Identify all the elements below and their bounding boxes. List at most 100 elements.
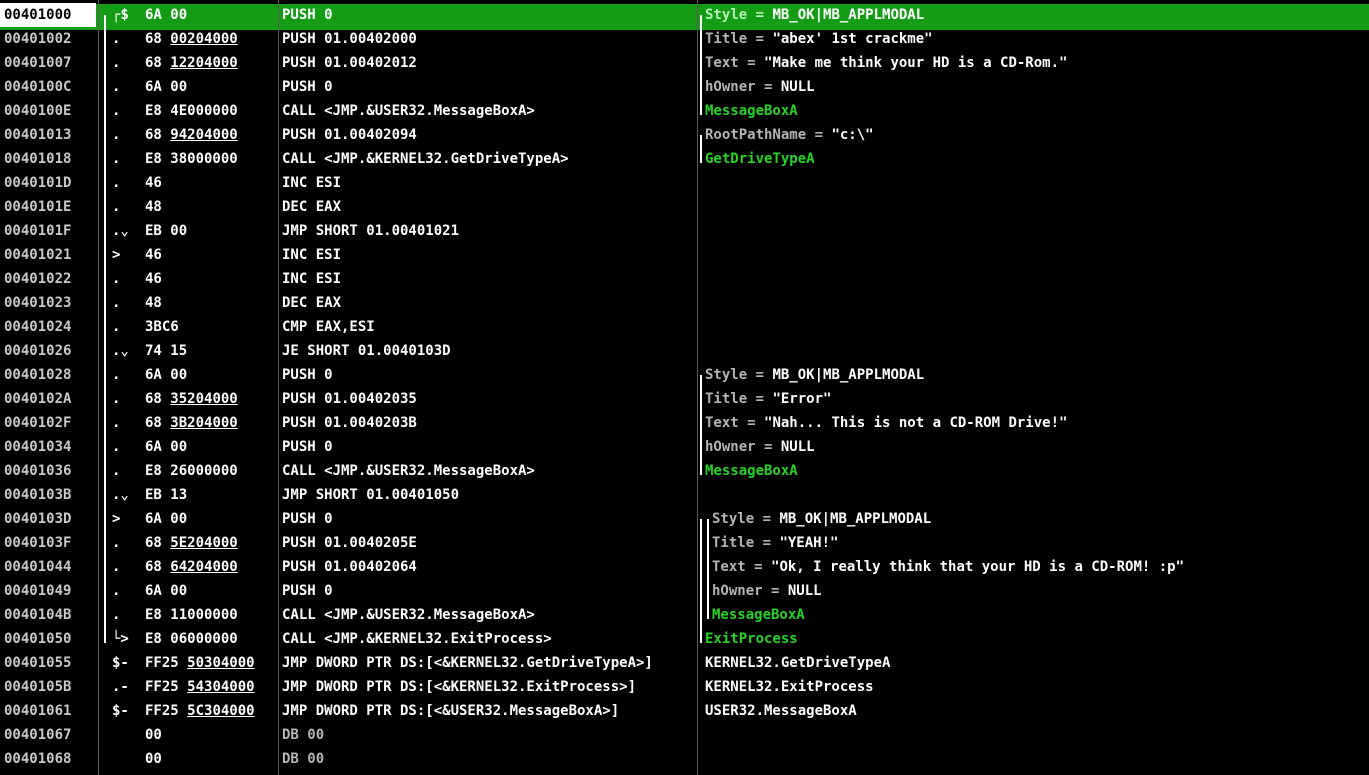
instruction-cell[interactable]: INC ESI	[282, 171, 695, 195]
instruction-cell[interactable]: PUSH 01.00402094	[282, 123, 695, 147]
address-cell[interactable]: 00401067	[4, 723, 96, 747]
instruction-cell[interactable]: PUSH 01.00402012	[282, 51, 695, 75]
comment-cell[interactable]: MessageBoxA	[705, 459, 798, 483]
disasm-row[interactable]: 00401044. 68 64204000 PUSH 01.00402064 Text…	[0, 555, 1369, 579]
comment-cell[interactable]: hOwner = NULL	[705, 75, 815, 99]
hex-dump-cell[interactable]: 68 12204000	[145, 51, 280, 75]
disasm-row[interactable]: 00401018. E8 38000000 CALL <JMP.&KERNEL32.…	[0, 147, 1369, 171]
hex-dump-cell[interactable]: 6A 00	[145, 3, 280, 27]
comment-cell[interactable]: MessageBoxA	[705, 99, 798, 123]
instruction-cell[interactable]: INC ESI	[282, 243, 695, 267]
hex-dump-cell[interactable]: 68 00204000	[145, 27, 280, 51]
instruction-cell[interactable]: JMP SHORT 01.00401021	[282, 219, 695, 243]
address-cell[interactable]: 0040103D	[4, 507, 96, 531]
hex-dump-cell[interactable]: E8 11000000	[145, 603, 280, 627]
instruction-cell[interactable]: PUSH 01.00402035	[282, 387, 695, 411]
disasm-row[interactable]: 0040101E. 48 DEC EAX	[0, 195, 1369, 219]
comment-cell[interactable]: hOwner = NULL	[705, 435, 815, 459]
address-cell[interactable]: 0040105B	[4, 675, 96, 699]
hex-dump-cell[interactable]: 6A 00	[145, 75, 280, 99]
comment-cell[interactable]: Text = "Make me think your HD is a CD-Ro…	[705, 51, 1067, 75]
address-cell[interactable]: 00401055	[4, 651, 96, 675]
disasm-row[interactable]: 00401067 00 DB 00	[0, 723, 1369, 747]
instruction-cell[interactable]: INC ESI	[282, 267, 695, 291]
address-cell[interactable]: 00401026	[4, 339, 96, 363]
hex-dump-cell[interactable]: 48	[145, 195, 280, 219]
address-cell[interactable]: 00401061	[4, 699, 96, 723]
address-cell[interactable]: 00401018	[4, 147, 96, 171]
instruction-cell[interactable]: CALL <JMP.&KERNEL32.ExitProcess>	[282, 627, 695, 651]
address-cell[interactable]: 00401024	[4, 315, 96, 339]
disasm-row[interactable]: 00401024. 3BC6 CMP EAX,ESI	[0, 315, 1369, 339]
hex-dump-cell[interactable]: 6A 00	[145, 579, 280, 603]
address-cell[interactable]: 00401022	[4, 267, 96, 291]
address-cell[interactable]: 00401050	[4, 627, 96, 651]
comment-cell[interactable]: hOwner = NULL	[712, 579, 822, 603]
disasm-row[interactable]: 0040103F. 68 5E204000 PUSH 01.0040205E Titl…	[0, 531, 1369, 555]
hex-dump-cell[interactable]: 6A 00	[145, 363, 280, 387]
disasm-row[interactable]: 0040104B. E8 11000000 CALL <JMP.&USER32.Me…	[0, 603, 1369, 627]
instruction-cell[interactable]: CALL <JMP.&USER32.MessageBoxA>	[282, 99, 695, 123]
instruction-cell[interactable]: PUSH 01.00402064	[282, 555, 695, 579]
disasm-row[interactable]: 0040102A. 68 35204000 PUSH 01.00402035 Titl…	[0, 387, 1369, 411]
address-cell[interactable]: 00401002	[4, 27, 96, 51]
disasm-row[interactable]: 00401000 ┌$ 6A 00 PUSH 0 Style = MB_OK|MB_AP…	[0, 3, 1369, 30]
comment-cell[interactable]: Title = "abex' 1st crackme"	[705, 27, 933, 51]
hex-dump-cell[interactable]: 68 3B204000	[145, 411, 280, 435]
instruction-cell[interactable]: PUSH 0	[282, 435, 695, 459]
hex-dump-cell[interactable]: 6A 00	[145, 507, 280, 531]
hex-dump-cell[interactable]: E8 06000000	[145, 627, 280, 651]
disasm-row[interactable]: 0040101D. 46 INC ESI	[0, 171, 1369, 195]
instruction-cell[interactable]: JMP DWORD PTR DS:[<&USER32.MessageBoxA>]	[282, 699, 695, 723]
comment-cell[interactable]: Text = "Ok, I really think that your HD …	[712, 555, 1184, 579]
instruction-cell[interactable]: DEC EAX	[282, 195, 695, 219]
address-cell[interactable]: 0040102A	[4, 387, 96, 411]
instruction-cell[interactable]: PUSH 0	[282, 3, 695, 27]
hex-dump-cell[interactable]: 46	[145, 171, 280, 195]
address-cell[interactable]: 00401036	[4, 459, 96, 483]
disasm-row[interactable]: 00401036. E8 26000000 CALL <JMP.&USER32.Me…	[0, 459, 1369, 483]
disassembly-view[interactable]: 00401000 ┌$ 6A 00 PUSH 0 Style = MB_OK|MB_AP…	[0, 0, 1369, 775]
address-cell[interactable]: 00401007	[4, 51, 96, 75]
comment-cell[interactable]: KERNEL32.GetDriveTypeA	[705, 651, 890, 675]
instruction-cell[interactable]: JE SHORT 01.0040103D	[282, 339, 695, 363]
address-cell[interactable]: 00401013	[4, 123, 96, 147]
instruction-cell[interactable]: CMP EAX,ESI	[282, 315, 695, 339]
hex-dump-cell[interactable]: 68 35204000	[145, 387, 280, 411]
hex-dump-cell[interactable]: 74 15	[145, 339, 280, 363]
hex-dump-cell[interactable]: E8 38000000	[145, 147, 280, 171]
hex-dump-cell[interactable]: 00	[145, 723, 280, 747]
hex-dump-cell[interactable]: 68 64204000	[145, 555, 280, 579]
instruction-cell[interactable]: DB 00	[282, 747, 695, 771]
comment-cell[interactable]: Style = MB_OK|MB_APPLMODAL	[705, 3, 924, 27]
comment-cell[interactable]: Title = "Error"	[705, 387, 831, 411]
hex-dump-cell[interactable]: FF25 50304000	[145, 651, 280, 675]
address-cell[interactable]: 00401000	[0, 3, 96, 27]
comment-cell[interactable]: Title = "YEAH!"	[712, 531, 838, 555]
disasm-row[interactable]: 0040103D >6A 00 PUSH 0 Style = MB_OK|MB_APP…	[0, 507, 1369, 531]
address-cell[interactable]: 0040101F	[4, 219, 96, 243]
comment-cell[interactable]: KERNEL32.ExitProcess	[705, 675, 874, 699]
disasm-row[interactable]: 0040100E. E8 4E000000 CALL <JMP.&USER32.Me…	[0, 99, 1369, 123]
comment-cell[interactable]: ExitProcess	[705, 627, 798, 651]
address-cell[interactable]: 00401028	[4, 363, 96, 387]
disasm-row[interactable]: 0040105B .- FF25 54304000 JMP DWORD PTR DS:…	[0, 675, 1369, 699]
instruction-cell[interactable]: CALL <JMP.&KERNEL32.GetDriveTypeA>	[282, 147, 695, 171]
instruction-cell[interactable]: PUSH 01.0040203B	[282, 411, 695, 435]
instruction-cell[interactable]: PUSH 0	[282, 75, 695, 99]
instruction-cell[interactable]: JMP DWORD PTR DS:[<&KERNEL32.ExitProcess…	[282, 675, 695, 699]
hex-dump-cell[interactable]: E8 4E000000	[145, 99, 280, 123]
hex-dump-cell[interactable]: EB 00	[145, 219, 280, 243]
disasm-row[interactable]: 00401068 00 DB 00	[0, 747, 1369, 771]
address-cell[interactable]: 0040102F	[4, 411, 96, 435]
disasm-row[interactable]: 00401013. 68 94204000 PUSH 01.00402094 Root…	[0, 123, 1369, 147]
comment-cell[interactable]: Style = MB_OK|MB_APPLMODAL	[705, 363, 924, 387]
hex-dump-cell[interactable]: FF25 54304000	[145, 675, 280, 699]
hex-dump-cell[interactable]: 48	[145, 291, 280, 315]
instruction-cell[interactable]: DB 00	[282, 723, 695, 747]
address-cell[interactable]: 00401044	[4, 555, 96, 579]
instruction-cell[interactable]: PUSH 0	[282, 363, 695, 387]
comment-cell[interactable]: RootPathName = "c:\"	[705, 123, 874, 147]
instruction-cell[interactable]: PUSH 0	[282, 507, 695, 531]
instruction-cell[interactable]: JMP SHORT 01.00401050	[282, 483, 695, 507]
